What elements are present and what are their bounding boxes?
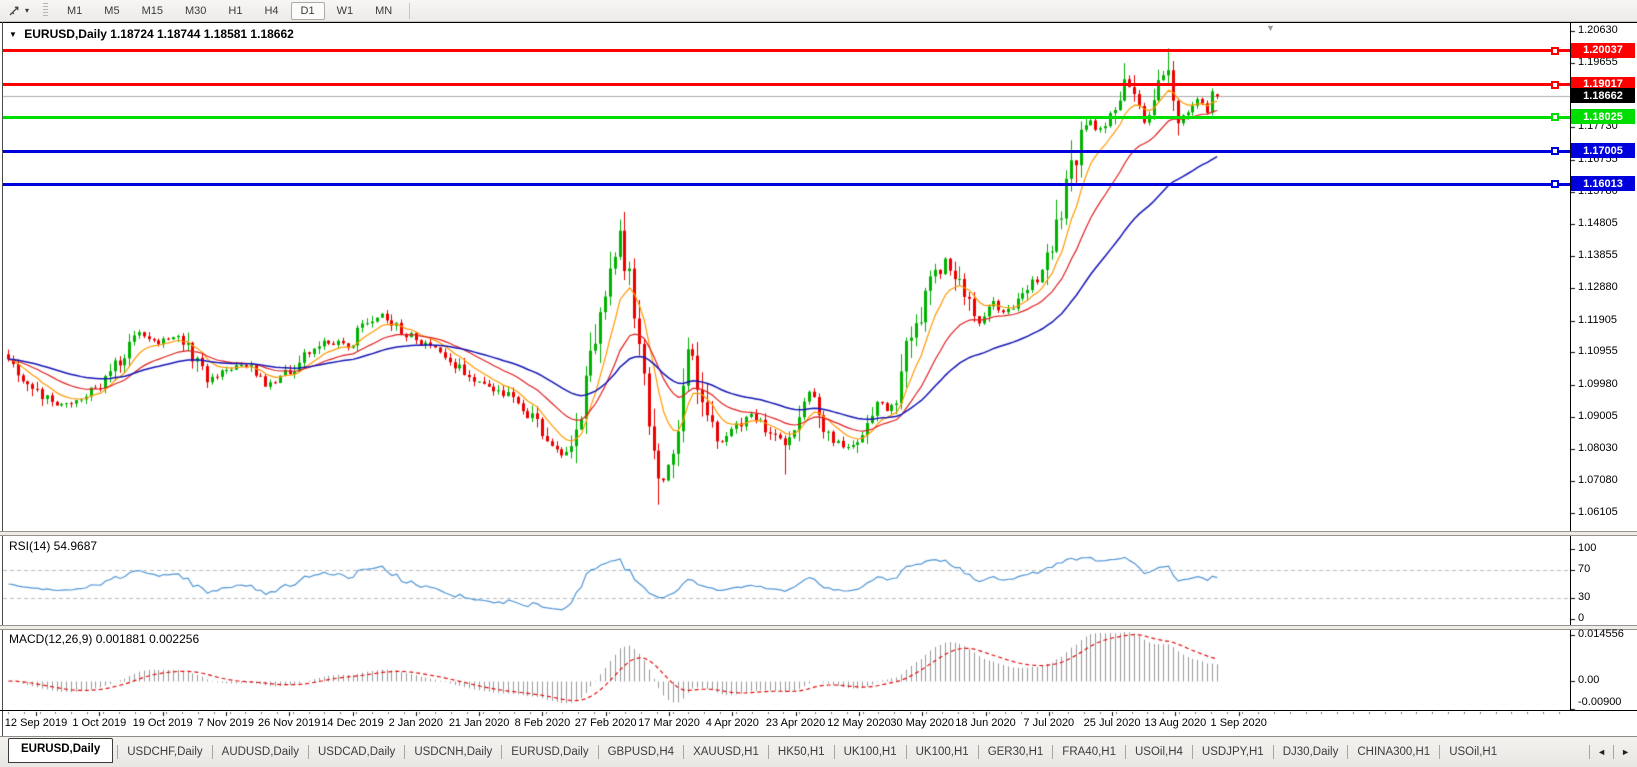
rsi-macd-splitter[interactable] xyxy=(0,625,1637,630)
chart-tab-usoil-h1[interactable]: USOil,H1 xyxy=(1440,739,1506,765)
collapse-triangle-icon[interactable]: ▼ xyxy=(9,30,17,39)
price-axis-separator xyxy=(1570,23,1571,711)
chart-tab-usdchf-daily[interactable]: USDCHF,Daily xyxy=(118,739,211,765)
chart-title: ▼ EURUSD,Daily 1.18724 1.18744 1.18581 1… xyxy=(9,27,294,41)
chart-tab-hk50-h1[interactable]: HK50,H1 xyxy=(769,739,834,765)
rsi-indicator-label: RSI(14) 54.9687 xyxy=(9,539,97,553)
chart-tab-ger30-h1[interactable]: GER30,H1 xyxy=(979,739,1053,765)
chart-tab-eurusd-daily[interactable]: EURUSD,Daily xyxy=(8,738,113,763)
window-top-border xyxy=(0,22,1637,23)
chart-tab-china300-h1[interactable]: CHINA300,H1 xyxy=(1348,739,1439,765)
chart-tab-xauusd-h1[interactable]: XAUUSD,H1 xyxy=(684,739,768,765)
chart-tab-fra40-h1[interactable]: FRA40,H1 xyxy=(1053,739,1125,765)
chart-tab-audusd-daily[interactable]: AUDUSD,Daily xyxy=(213,739,308,765)
chart-tab-usdcad-daily[interactable]: USDCAD,Daily xyxy=(309,739,404,765)
chart-tab-usdjpy-h1[interactable]: USDJPY,H1 xyxy=(1193,739,1273,765)
chart-canvas[interactable] xyxy=(0,0,1637,767)
chart-symbol-label: EURUSD,Daily xyxy=(24,27,107,41)
mt4-window: ▾ M1M5M15M30H1H4D1W1MN 1.206301.196551.1… xyxy=(0,0,1637,767)
macd-bottom-border xyxy=(0,710,1637,711)
chart-tab-uk100-h1[interactable]: UK100,H1 xyxy=(907,739,978,765)
chart-tab-dj30-daily[interactable]: DJ30,Daily xyxy=(1274,739,1348,765)
chart-window: 1.206301.196551.177301.167551.157801.148… xyxy=(0,0,1637,767)
tab-scroll-left-icon[interactable]: ◄ xyxy=(1590,747,1613,757)
tab-scroll-right-icon[interactable]: ► xyxy=(1614,747,1637,757)
chart-tab-bar: EURUSD,DailyUSDCHF,DailyAUDUSD,DailyUSDC… xyxy=(0,736,1637,767)
chart-tab-uk100-h1[interactable]: UK100,H1 xyxy=(835,739,906,765)
chart-tab-usdcnh-daily[interactable]: USDCNH,Daily xyxy=(405,739,501,765)
chart-tab-eurusd-daily[interactable]: EURUSD,Daily xyxy=(502,739,597,765)
scroll-to-end-marker[interactable]: ▼ xyxy=(1266,23,1275,33)
chart-tab-gbpusd-h4[interactable]: GBPUSD,H4 xyxy=(599,739,683,765)
main-rsi-splitter[interactable] xyxy=(0,531,1637,536)
chart-tab-usoil-h4[interactable]: USOil,H4 xyxy=(1126,739,1192,765)
macd-indicator-label: MACD(12,26,9) 0.001881 0.002256 xyxy=(9,632,199,646)
chart-ohlc-values: 1.18724 1.18744 1.18581 1.18662 xyxy=(110,27,294,41)
